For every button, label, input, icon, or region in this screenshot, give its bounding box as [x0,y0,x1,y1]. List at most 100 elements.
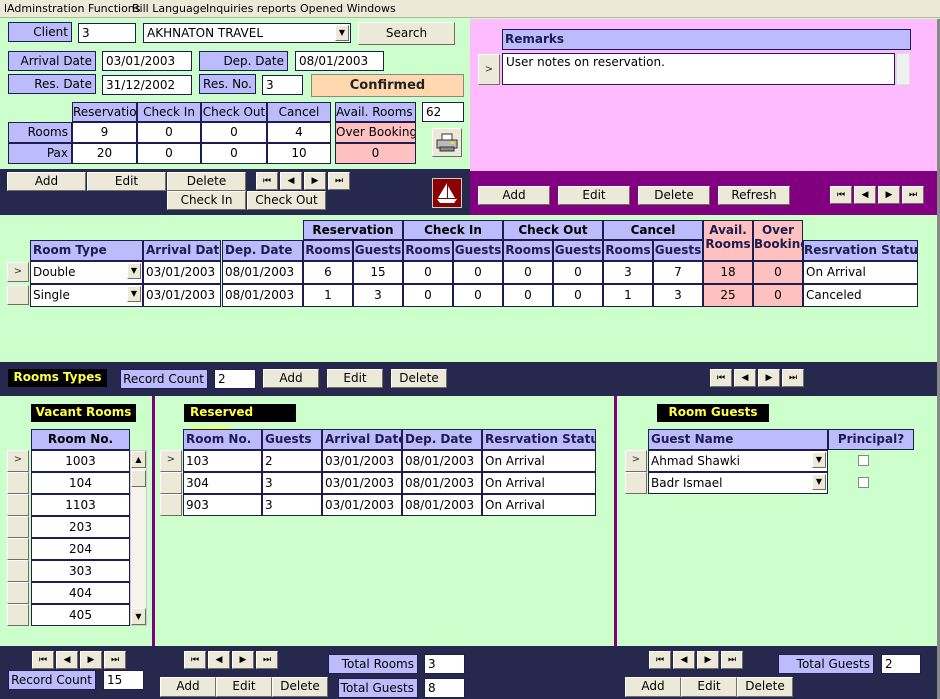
prev-record-icon[interactable]: ◀ [56,651,78,669]
record-selector[interactable] [7,582,29,604]
guests-delete-button[interactable]: Delete [737,677,793,697]
scroll-up-icon[interactable]: ▲ [131,451,146,468]
dropdown-arrow-icon[interactable]: ▼ [127,286,141,302]
rt-cell-room-type[interactable]: Double ▼ [30,261,143,284]
record-selector[interactable] [7,604,29,626]
vacant-room-cell[interactable]: 303 [31,560,130,582]
prev-record-icon[interactable]: ◀ [734,369,756,387]
record-selector[interactable] [625,472,647,494]
first-record-icon[interactable]: ⏮ [710,369,732,387]
vacant-room-cell[interactable]: 404 [31,582,130,604]
check-in-button[interactable]: Check In [167,191,246,210]
print-button[interactable] [432,128,462,157]
res-no-field[interactable]: 3 [262,75,303,95]
dropdown-arrow-icon[interactable]: ▼ [812,474,826,490]
vacant-scrollbar[interactable]: ▲ ▼ [130,450,147,626]
guest-name-combo[interactable]: Badr Ismael ▼ [648,472,828,494]
record-selector[interactable] [7,560,29,582]
reserved-delete-button[interactable]: Delete [272,677,328,697]
dropdown-arrow-icon[interactable]: ▼ [335,25,349,41]
scroll-down-icon[interactable]: ▼ [131,608,146,625]
reserved-cell-dep-date[interactable]: 08/01/2003 [402,450,482,472]
record-selector[interactable] [7,285,29,305]
check-out-button[interactable]: Check Out [247,191,326,210]
reserved-cell-dep-date[interactable]: 08/01/2003 [402,472,482,494]
arrival-date-field[interactable]: 03/01/2003 [102,51,192,71]
rt-cell-room-type[interactable]: Single ▼ [30,284,143,307]
remarks-edit-button[interactable]: Edit [558,186,630,205]
next-record-icon[interactable]: ▶ [878,186,900,204]
first-record-icon[interactable]: ⏮ [256,172,278,190]
reservation-add-button[interactable]: Add [7,172,86,191]
record-selector-current[interactable]: > [7,450,29,472]
room-types-edit-button[interactable]: Edit [327,369,383,388]
next-record-icon[interactable]: ▶ [304,172,326,190]
last-record-icon[interactable]: ⏭ [328,172,350,190]
client-id-field[interactable]: 3 [78,23,136,43]
last-record-icon[interactable]: ⏭ [256,651,278,669]
dep-date-field[interactable]: 08/01/2003 [295,51,384,71]
guests-add-button[interactable]: Add [625,677,681,697]
remarks-add-button[interactable]: Add [478,186,550,205]
dropdown-arrow-icon[interactable]: ▼ [127,263,141,279]
dropdown-arrow-icon[interactable]: ▼ [812,452,826,468]
remarks-delete-button[interactable]: Delete [638,186,710,205]
menu-admin-functions[interactable]: lAdminstration Functions [4,2,141,15]
reserved-cell-status[interactable]: On Arrival [482,494,596,516]
prev-record-icon[interactable]: ◀ [208,651,230,669]
reserved-cell-arrival-date[interactable]: 03/01/2003 [322,472,402,494]
client-name-combo[interactable]: AKHNATON TRAVEL ▼ [143,23,351,43]
vacant-room-cell[interactable]: 203 [31,516,130,538]
reserved-edit-button[interactable]: Edit [216,677,272,697]
reserved-cell-status[interactable]: On Arrival [482,450,596,472]
room-types-add-button[interactable]: Add [263,369,319,388]
remarks-record-selector[interactable]: > [478,54,500,85]
next-record-icon[interactable]: ▶ [758,369,780,387]
remarks-textarea[interactable]: User notes on reservation. [502,53,895,85]
menu-bill-language[interactable]: Bill Language [132,2,207,15]
principal-checkbox[interactable] [858,455,869,466]
vacant-room-cell[interactable]: 204 [31,538,130,560]
reserved-cell-room-no[interactable]: 103 [183,450,262,472]
last-record-icon[interactable]: ⏭ [721,651,743,669]
room-types-delete-button[interactable]: Delete [391,369,447,388]
reserved-cell-arrival-date[interactable]: 03/01/2003 [322,450,402,472]
next-record-icon[interactable]: ▶ [80,651,102,669]
guests-edit-button[interactable]: Edit [681,677,737,697]
search-button[interactable]: Search [358,22,455,45]
remarks-refresh-button[interactable]: Refresh [718,186,790,205]
reserved-cell-arrival-date[interactable]: 03/01/2003 [322,494,402,516]
record-selector[interactable] [7,538,29,560]
reserved-cell-guests[interactable]: 3 [262,494,322,516]
last-record-icon[interactable]: ⏭ [104,651,126,669]
prev-record-icon[interactable]: ◀ [280,172,302,190]
first-record-icon[interactable]: ⏮ [32,651,54,669]
record-selector[interactable] [160,494,182,516]
reservation-delete-button[interactable]: Delete [167,172,246,191]
menu-opened-windows[interactable]: Opened Windows [300,2,396,15]
record-selector-current[interactable]: > [7,262,29,282]
vacant-room-cell[interactable]: 104 [31,472,130,494]
reservation-edit-button[interactable]: Edit [87,172,166,191]
reserved-cell-room-no[interactable]: 304 [183,472,262,494]
record-selector[interactable] [160,472,182,494]
prev-record-icon[interactable]: ◀ [854,186,876,204]
remarks-scrollbar[interactable] [896,53,910,85]
res-date-field[interactable]: 31/12/2002 [102,75,192,95]
last-record-icon[interactable]: ⏭ [902,186,924,204]
reserved-cell-guests[interactable]: 2 [262,450,322,472]
vacant-room-cell[interactable]: 1103 [31,494,130,516]
reserved-cell-room-no[interactable]: 903 [183,494,262,516]
prev-record-icon[interactable]: ◀ [673,651,695,669]
first-record-icon[interactable]: ⏮ [184,651,206,669]
vacant-room-cell[interactable]: 1003 [31,450,130,472]
last-record-icon[interactable]: ⏭ [782,369,804,387]
menu-inquiries-reports[interactable]: Inquiries reports [206,2,296,15]
record-selector[interactable] [7,472,29,494]
scroll-thumb[interactable] [131,470,146,487]
record-selector[interactable] [7,494,29,516]
next-record-icon[interactable]: ▶ [232,651,254,669]
record-selector-current[interactable]: > [625,450,647,472]
reserved-cell-dep-date[interactable]: 08/01/2003 [402,494,482,516]
reserved-add-button[interactable]: Add [160,677,216,697]
